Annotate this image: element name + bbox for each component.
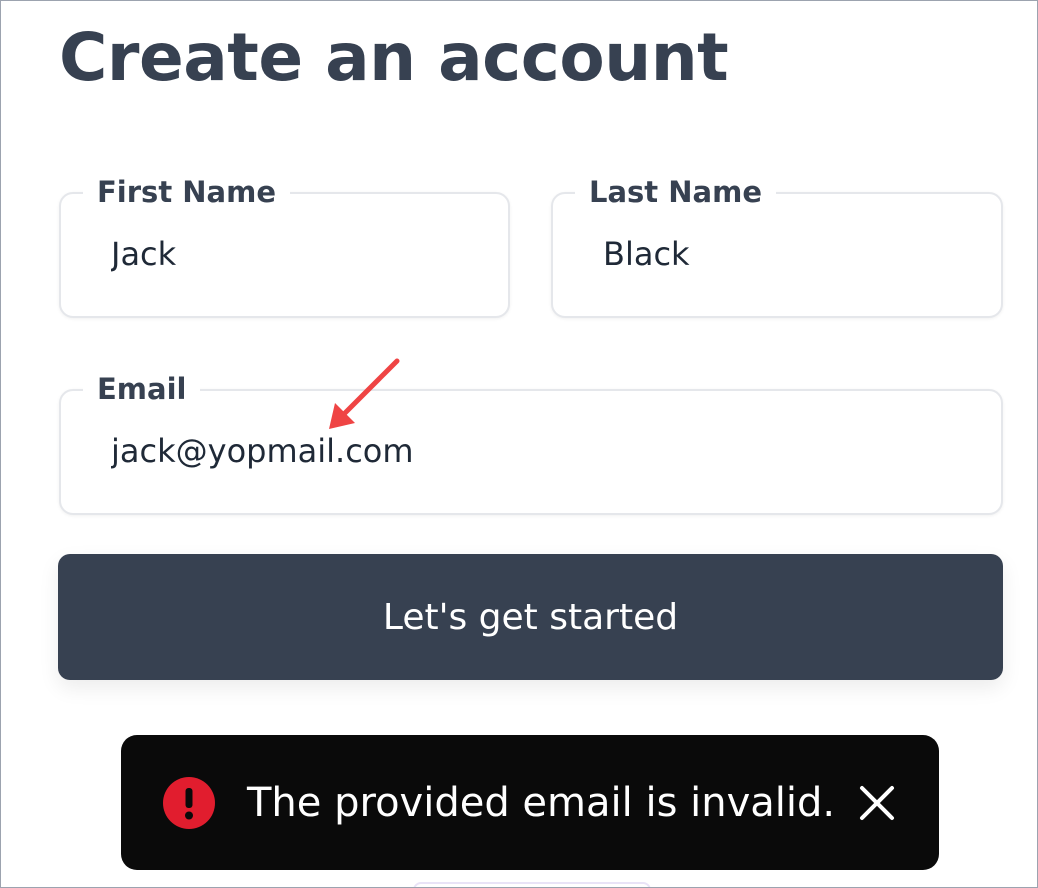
error-icon [163, 777, 215, 829]
first-name-input[interactable] [111, 234, 488, 274]
last-name-label: Last Name [575, 172, 776, 212]
toast-message: The provided email is invalid. [247, 780, 836, 826]
get-started-button[interactable]: Let's get started [58, 554, 1003, 680]
last-name-field: Last Name [551, 172, 1003, 318]
annotation-arrow-icon [329, 358, 400, 429]
partial-element-peek [413, 882, 651, 887]
signup-screen: Create an account First Name Last Name E… [0, 0, 1038, 888]
email-field: Email [59, 369, 1003, 515]
email-label: Email [83, 369, 201, 409]
first-name-field: First Name [59, 172, 510, 318]
page-title: Create an account [59, 19, 729, 96]
last-name-input[interactable] [603, 234, 981, 274]
first-name-label: First Name [83, 172, 290, 212]
error-toast: The provided email is invalid. [121, 735, 939, 870]
close-icon[interactable] [857, 783, 897, 823]
email-input[interactable] [111, 431, 981, 471]
